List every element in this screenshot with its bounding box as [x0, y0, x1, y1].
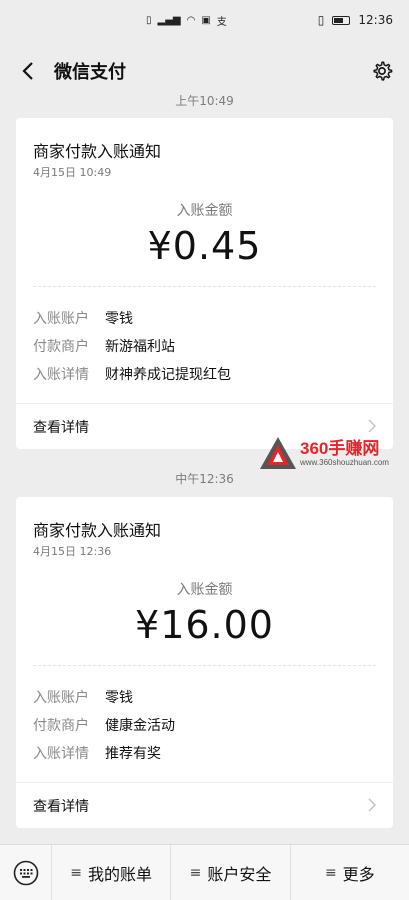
status-time: 12:36	[358, 13, 393, 27]
menu-more[interactable]: ≡ 更多	[291, 845, 409, 900]
payment-notice-card: 商家付款入账通知 4月15日 12:36 入账金额 ¥16.00 入账账户 零钱…	[16, 497, 393, 828]
alipay-icon: 支	[216, 16, 227, 28]
detail-row: 付款商户 新游福利站	[33, 336, 175, 356]
detail-key: 付款商户	[33, 339, 89, 355]
amount-label: 入账金额	[176, 203, 233, 219]
menu-icon: ≡	[70, 864, 83, 881]
bottom-menu-bar: ≡ 我的账单 ≡ 账户安全 ≡ 更多	[0, 844, 409, 900]
watermark-sub-text: www.360shouzhuan.com	[300, 457, 389, 467]
status-icons: ▯ ▂▄▆ ◠ ▣ 支	[146, 13, 227, 28]
message-timestamp: 上午10:49	[175, 94, 234, 108]
detail-value: 零钱	[105, 690, 133, 706]
detail-value: 零钱	[105, 311, 133, 327]
card-title: 商家付款入账通知	[33, 521, 162, 540]
menu-my-bills[interactable]: ≡ 我的账单	[52, 844, 172, 900]
signal-icon: ▂▄▆	[157, 14, 181, 26]
menu-label: 账户安全	[207, 864, 272, 884]
amount-value: ¥0.45	[147, 224, 262, 268]
keyboard-icon[interactable]	[0, 844, 52, 900]
app-icon: ▣	[201, 14, 211, 26]
view-details-link[interactable]: 查看详情	[33, 417, 89, 437]
detail-row: 入账详情 推荐有奖	[33, 743, 161, 763]
menu-label: 我的账单	[88, 864, 153, 884]
chevron-right-icon[interactable]	[367, 798, 377, 812]
wifi-icon: ◠	[186, 14, 196, 26]
detail-key: 入账账户	[33, 311, 89, 327]
watermark: 360手赚网 www.360shouzhuan.com	[258, 432, 398, 474]
detail-key: 入账详情	[33, 367, 89, 383]
divider	[33, 286, 376, 287]
menu-icon: ≡	[324, 864, 337, 881]
amount-value: ¥16.00	[135, 603, 274, 647]
detail-row: 入账账户 零钱	[33, 687, 133, 707]
detail-key: 付款商户	[33, 718, 89, 734]
payment-notice-card: 商家付款入账通知 4月15日 10:49 入账金额 ¥0.45 入账账户 零钱 …	[16, 118, 393, 449]
battery-icon	[332, 15, 351, 25]
watermark-logo-icon	[260, 437, 296, 469]
detail-row: 入账详情 财神养成记提现红包	[33, 364, 231, 384]
sim-icon: ▯	[146, 14, 152, 26]
status-right: ▯ 12:36	[318, 13, 393, 27]
detail-value: 健康金活动	[105, 718, 175, 734]
divider	[16, 782, 393, 783]
vibrate-icon: ▯	[317, 13, 325, 27]
gear-icon[interactable]	[369, 58, 395, 84]
card-date: 4月15日 12:36	[33, 545, 112, 558]
divider	[16, 403, 393, 404]
detail-row: 付款商户 健康金活动	[33, 715, 175, 735]
divider	[33, 665, 376, 666]
chevron-right-icon[interactable]	[367, 419, 377, 433]
view-details-link[interactable]: 查看详情	[33, 796, 89, 816]
watermark-main-text: 360手赚网	[300, 438, 380, 458]
back-icon[interactable]	[14, 57, 42, 85]
menu-account-security[interactable]: ≡ 账户安全	[171, 844, 291, 900]
page-title: 微信支付	[54, 62, 126, 83]
menu-label: 更多	[342, 864, 375, 884]
detail-key: 入账账户	[33, 690, 89, 706]
card-date: 4月15日 10:49	[33, 166, 112, 179]
amount-label: 入账金额	[176, 582, 233, 598]
detail-value: 财神养成记提现红包	[105, 367, 231, 383]
detail-value: 推荐有奖	[105, 746, 161, 762]
card-title: 商家付款入账通知	[33, 142, 162, 161]
menu-icon: ≡	[189, 864, 202, 881]
detail-value: 新游福利站	[105, 339, 175, 355]
detail-row: 入账账户 零钱	[33, 308, 133, 328]
detail-key: 入账详情	[33, 746, 89, 762]
status-bar: ▯ ▂▄▆ ◠ ▣ 支 ▯ 12:36	[0, 0, 409, 40]
